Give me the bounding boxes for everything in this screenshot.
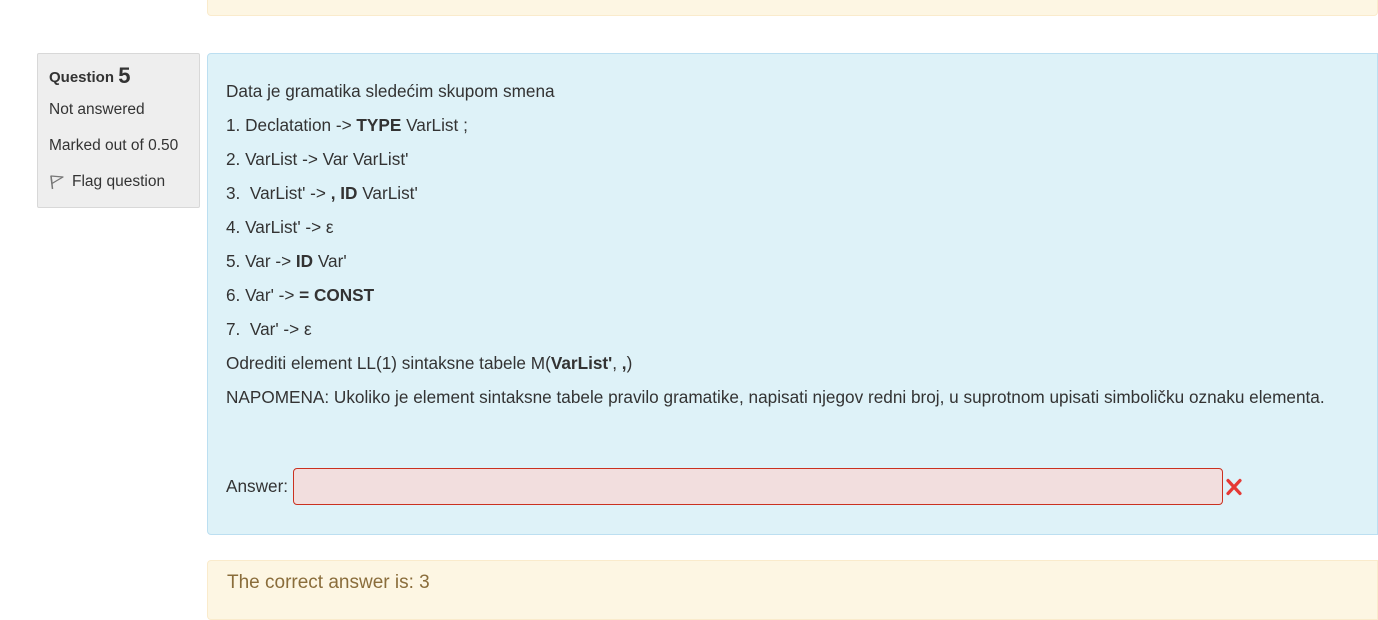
question-grade: Marked out of 0.50 — [49, 137, 179, 154]
qtext-line-note: NAPOMENA: Ukoliko je element sintaksne t… — [226, 387, 1325, 407]
flag-question-label: Flag question — [72, 173, 166, 190]
right-answer-feedback: The correct answer is: 3 — [207, 560, 1378, 620]
qtext-line-rule-2: 2. VarList -> Var VarList' — [226, 149, 409, 169]
flag-icon — [49, 174, 65, 190]
question-label: Question — [49, 69, 115, 86]
question-number: Question 5 — [49, 64, 199, 90]
qtext-line-rule-7: 7. Var' -> ε — [226, 319, 312, 339]
previous-question-feedback — [207, 0, 1378, 16]
question-number-value: 5 — [118, 63, 131, 88]
answer-row: Answer: — [226, 468, 1244, 505]
qtext-line-rule-1: 1. Declatation -> TYPE VarList ; — [226, 115, 468, 135]
question-content: Data je gramatika sledećim skupom smena … — [207, 53, 1378, 535]
qtext-line-rule-5: 5. Var -> ID Var' — [226, 251, 347, 271]
incorrect-icon — [1224, 477, 1244, 497]
qtext-line-intro: Data je gramatika sledećim skupom smena — [226, 81, 555, 101]
answer-label: Answer: — [226, 476, 289, 496]
qtext-line-rule-6: 6. Var' -> = CONST — [226, 285, 375, 305]
flag-question-link[interactable]: Flag question — [49, 172, 199, 192]
qtext-line-rule-3: 3. VarList' -> , ID VarList' — [226, 183, 418, 203]
answer-input[interactable] — [293, 468, 1224, 505]
qtext-line-task: Odrediti element LL(1) sintaksne tabele … — [226, 353, 633, 373]
qtext-line-rule-4: 4. VarList' -> ε — [226, 217, 334, 237]
question-info: Question 5 Not answered Marked out of 0.… — [37, 53, 200, 208]
question-state: Not answered — [49, 101, 145, 118]
right-answer-text: The correct answer is: 3 — [227, 572, 430, 593]
question-text: Data je gramatika sledećim skupom smena … — [226, 74, 1377, 414]
